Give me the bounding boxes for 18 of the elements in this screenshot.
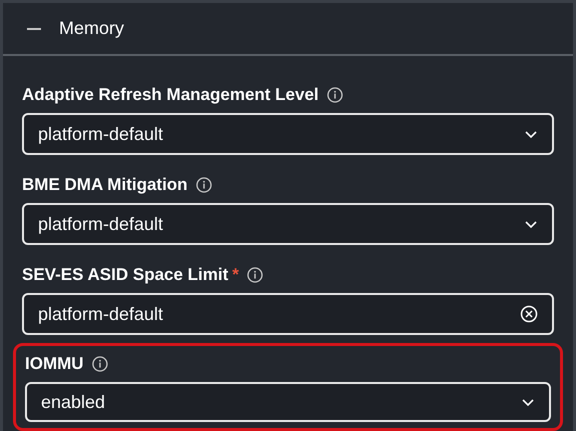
info-icon[interactable] bbox=[326, 87, 343, 103]
select-field[interactable]: platform-default bbox=[22, 203, 554, 245]
field-label: IOMMU bbox=[25, 354, 84, 374]
select-field[interactable]: platform-default bbox=[22, 113, 554, 155]
info-icon[interactable] bbox=[246, 267, 263, 283]
field-label: Adaptive Refresh Management Level bbox=[22, 85, 319, 105]
required-mark: * bbox=[232, 265, 239, 285]
select-field[interactable]: enabled bbox=[25, 382, 551, 422]
info-icon[interactable] bbox=[92, 356, 108, 372]
chevron-down-icon[interactable] bbox=[524, 129, 538, 139]
clear-icon[interactable] bbox=[520, 305, 538, 323]
field-label: SEV-ES ASID Space Limit bbox=[22, 265, 228, 285]
chevron-down-icon[interactable] bbox=[521, 397, 535, 407]
chevron-down-icon[interactable] bbox=[524, 219, 538, 229]
input-field[interactable]: platform-default bbox=[22, 293, 554, 335]
section-title: Memory bbox=[59, 17, 124, 40]
info-icon[interactable] bbox=[196, 177, 212, 193]
field-label: BME DMA Mitigation bbox=[22, 175, 188, 195]
